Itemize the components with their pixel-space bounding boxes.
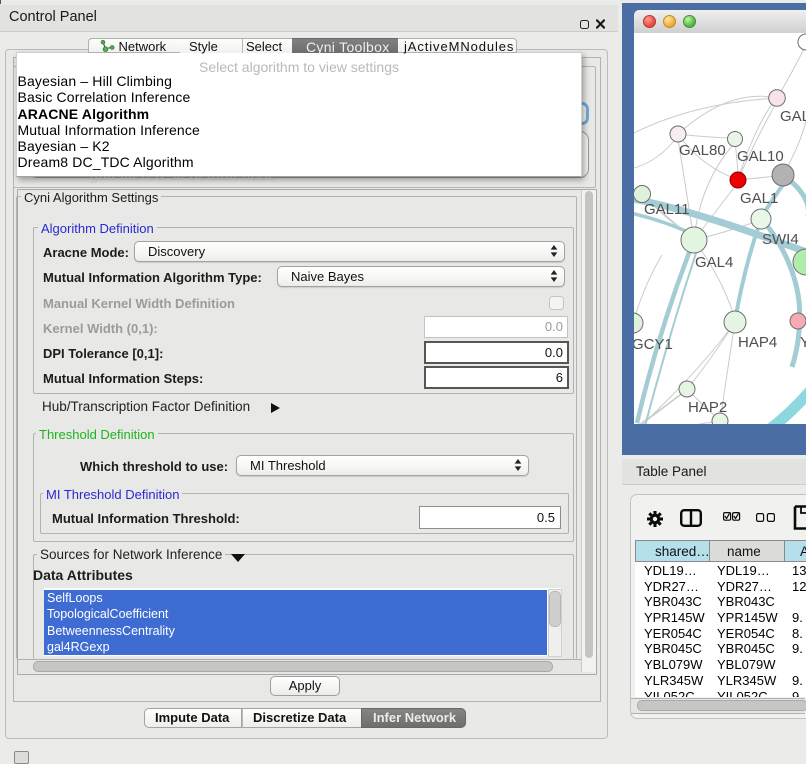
svg-text:GAL11: GAL11 bbox=[644, 201, 690, 218]
svg-text:GAL7: GAL7 bbox=[780, 108, 806, 125]
svg-text:GAL80: GAL80 bbox=[679, 142, 726, 159]
svg-text:SWI4: SWI4 bbox=[762, 231, 799, 248]
svg-text:HAP4: HAP4 bbox=[738, 334, 777, 351]
svg-text:GAL4: GAL4 bbox=[695, 254, 733, 271]
svg-text:GAL1: GAL1 bbox=[740, 190, 778, 207]
svg-text:GCY1: GCY1 bbox=[634, 336, 673, 353]
svg-text:Y: Y bbox=[800, 334, 806, 351]
svg-text:GAL10: GAL10 bbox=[737, 148, 784, 165]
svg-text:HAP2: HAP2 bbox=[688, 399, 727, 416]
